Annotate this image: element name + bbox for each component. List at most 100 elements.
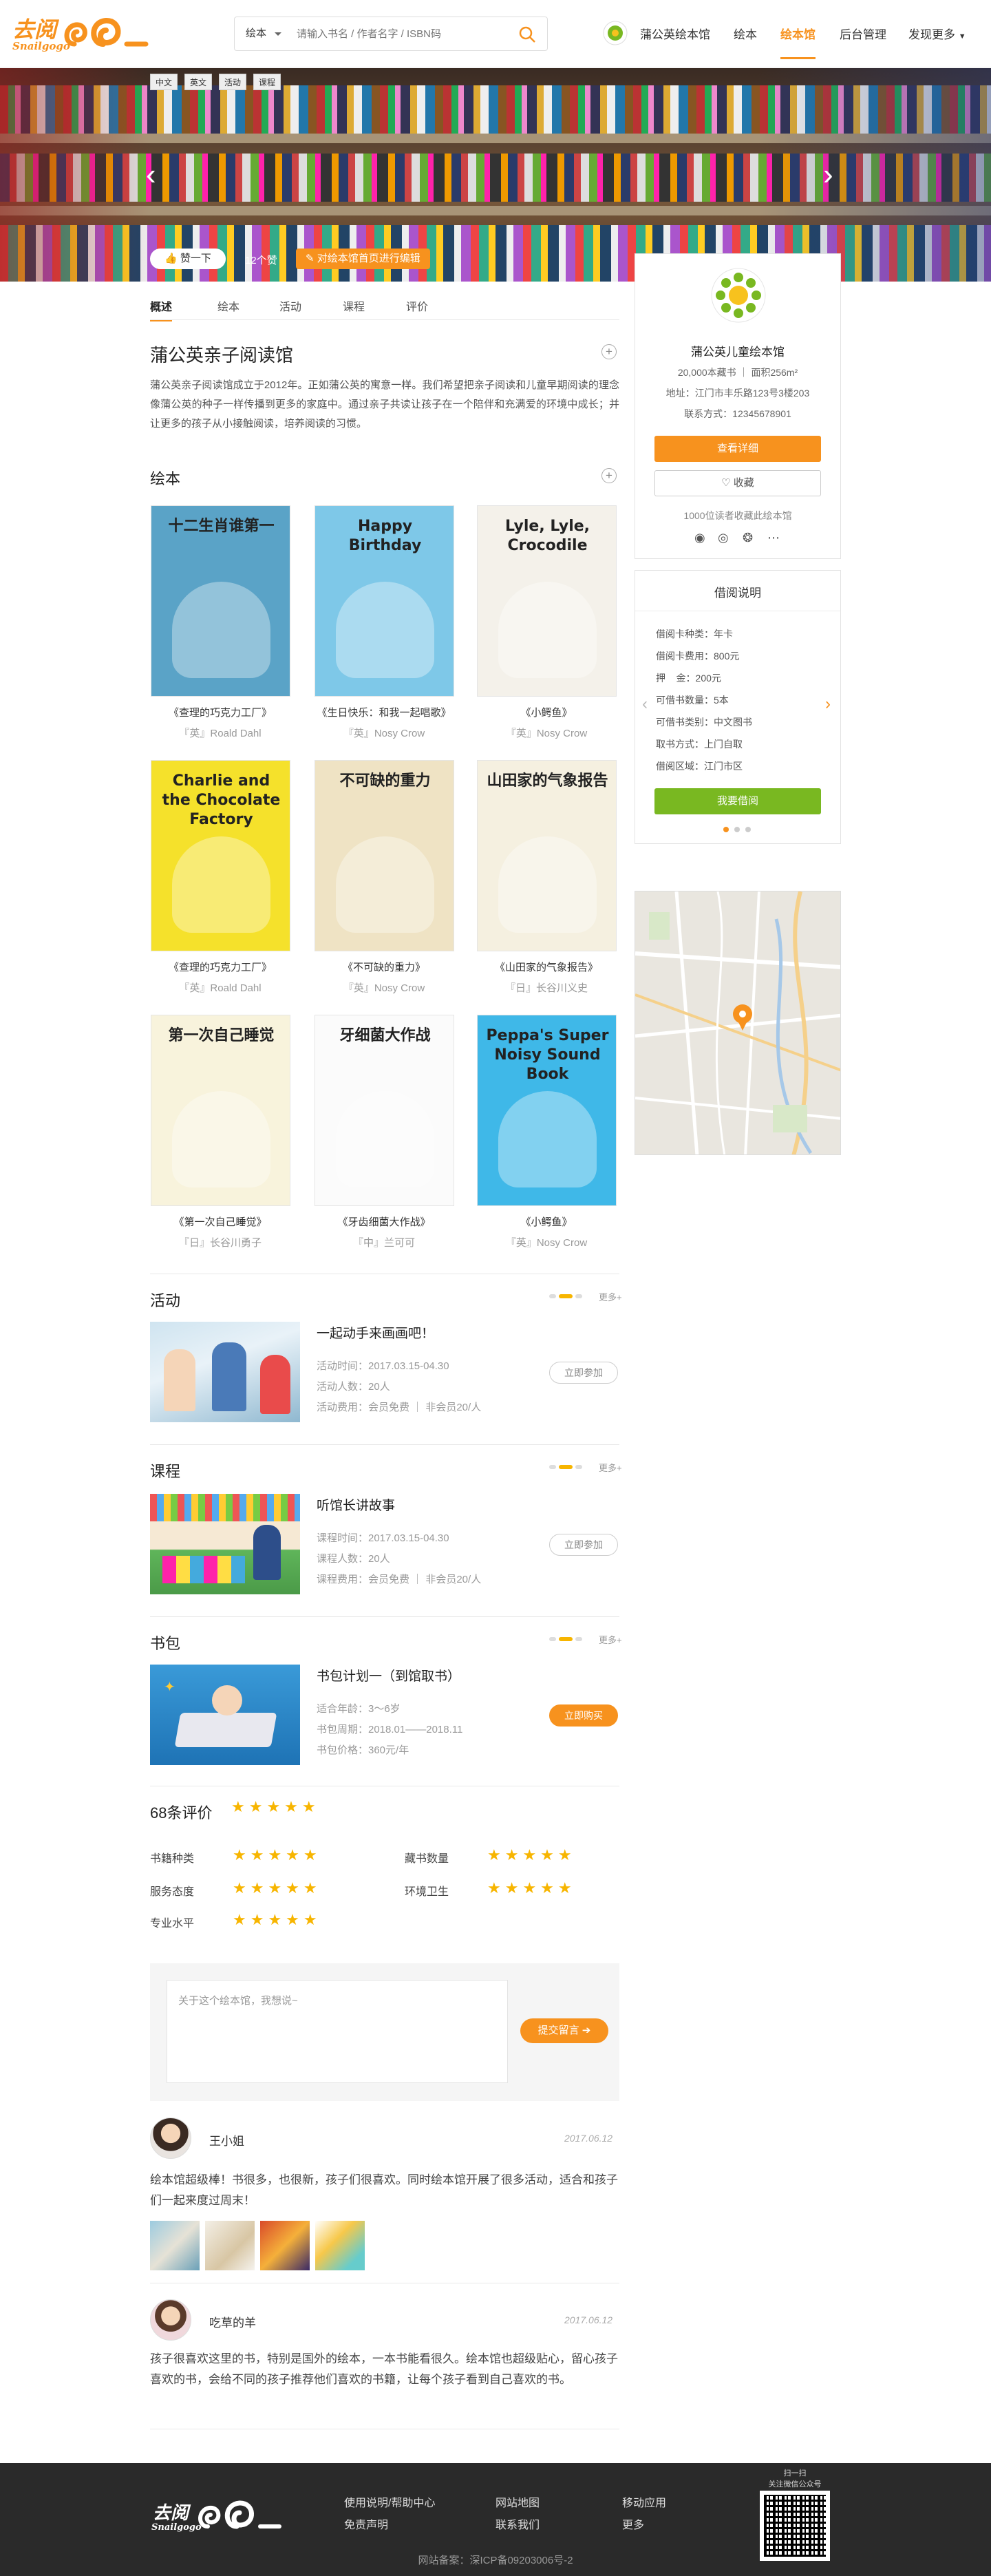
search-bar: 绘本	[234, 17, 548, 51]
book-cover[interactable]: Peppa's Super Noisy Sound Book	[477, 1015, 617, 1206]
activity-item-title[interactable]: 一起动手来画画吧！	[317, 1323, 434, 1342]
carousel-prev-arrow-icon[interactable]: ‹	[146, 158, 156, 192]
activity-join-button[interactable]: 立即参加	[549, 1362, 618, 1384]
footer-help-link[interactable]: 使用说明/帮助中心	[344, 2493, 435, 2510]
search-category-select[interactable]: 绘本	[235, 17, 290, 50]
carousel-dots[interactable]	[549, 1637, 556, 1641]
comment-photo[interactable]	[150, 2221, 200, 2270]
view-detail-button[interactable]: 查看详细	[654, 436, 821, 462]
carousel-dot-active[interactable]	[559, 1294, 573, 1298]
footer-sitemap-link[interactable]: 网站地图	[496, 2493, 540, 2510]
book-cover[interactable]: 山田家的气象报告	[477, 760, 617, 951]
book-title[interactable]: 《查理的巧克力工厂》	[138, 960, 303, 974]
tab-activity[interactable]: 活动	[279, 297, 301, 314]
child-figure	[212, 1342, 246, 1411]
comment-photo[interactable]	[205, 2221, 255, 2270]
book-title[interactable]: 《小鳄鱼》	[464, 1214, 629, 1229]
edit-homepage-button[interactable]: ✎ 对绘本馆首页进行编辑	[296, 249, 430, 269]
book-title[interactable]: 《生日快乐：和我一起唱歌》	[301, 705, 467, 719]
carousel-dots[interactable]	[575, 1465, 582, 1469]
tab-overview[interactable]: 概述	[150, 297, 173, 321]
weibo-share-icon[interactable]: ◎	[718, 531, 729, 545]
book-cover[interactable]: 十二生肖谁第一	[151, 505, 290, 697]
book-title[interactable]: 《第一次自己睡觉》	[138, 1214, 303, 1229]
carousel-dots[interactable]	[575, 1637, 582, 1641]
bookbag-buy-button[interactable]: 立即购买	[549, 1704, 618, 1727]
borrow-button[interactable]: 我要借阅	[654, 788, 821, 814]
tab-reviews[interactable]: 评价	[406, 297, 428, 314]
qr-title: 扫一扫	[783, 2469, 807, 2478]
library-name[interactable]: 蒲公英绘本馆	[640, 25, 710, 42]
comment-photo[interactable]	[315, 2221, 365, 2270]
book-title[interactable]: 《牙齿细菌大作战》	[301, 1214, 467, 1229]
book-cover[interactable]: Happy Birthday	[315, 505, 454, 697]
carousel-dots[interactable]	[549, 1465, 556, 1469]
footer-logo-cn: 去阅	[153, 2503, 189, 2524]
book-title[interactable]: 《不可缺的重力》	[301, 960, 467, 974]
rating-stars: ★★★★★	[233, 1846, 321, 1864]
footer-contact-link[interactable]: 联系我们	[496, 2515, 540, 2532]
book-title[interactable]: 《山田家的气象报告》	[464, 960, 629, 974]
carousel-dot-active[interactable]	[559, 1637, 573, 1641]
carousel-dots[interactable]	[734, 827, 740, 832]
rating-label: 环境卫生	[405, 1886, 449, 1898]
carousel-dots[interactable]	[549, 1294, 556, 1298]
child-figure	[164, 1349, 195, 1411]
comment-textarea[interactable]: 关于这个绘本馆，我想说~	[167, 1980, 508, 2083]
favorite-button[interactable]: ♡ 收藏	[654, 470, 821, 496]
nav-discover-more[interactable]: 发现更多 ▼	[908, 25, 966, 42]
qr-code	[760, 2491, 830, 2561]
search-icon[interactable]	[518, 25, 536, 43]
library-card-name: 蒲公英儿童绘本馆	[691, 346, 785, 359]
book-title[interactable]: 《小鳄鱼》	[464, 705, 629, 719]
expand-plus-icon[interactable]: +	[601, 344, 617, 359]
book-cover-art	[172, 1091, 270, 1187]
location-map[interactable]	[635, 891, 841, 1155]
book-cover[interactable]: 不可缺的重力	[315, 760, 454, 951]
book-cover[interactable]: 第一次自己睡觉	[151, 1015, 290, 1206]
like-button[interactable]: 👍 赞一下	[150, 249, 226, 269]
course-item-title[interactable]: 听馆长讲故事	[317, 1495, 395, 1514]
library-title: 蒲公英亲子阅读馆	[150, 345, 294, 366]
carousel-next-arrow-icon[interactable]: ›	[825, 695, 831, 714]
book-cover[interactable]: Lyle, Lyle, Crocodile	[477, 505, 617, 697]
carousel-prev-arrow-icon[interactable]: ‹	[642, 695, 648, 714]
carousel-next-arrow-icon[interactable]: ›	[823, 158, 833, 192]
carousel-dot-active[interactable]	[559, 1465, 573, 1469]
footer-disclaimer-link[interactable]: 免责声明	[344, 2515, 388, 2532]
nav-huibenguan[interactable]: 绘本馆	[780, 25, 816, 59]
activity-more-link[interactable]: 更多+	[599, 1290, 622, 1303]
bookbag-age: 适合年龄：3～6岁	[317, 1703, 401, 1715]
book-title[interactable]: 《查理的巧克力工厂》	[138, 705, 303, 719]
comment-date: 2017.06.12	[564, 2133, 613, 2144]
borrow-line: 押 金：200元	[656, 673, 721, 684]
nav-huiben[interactable]: 绘本	[734, 25, 757, 42]
bookbag-more-link[interactable]: 更多+	[599, 1633, 622, 1646]
bookbag-item-title[interactable]: 书包计划一（到馆取书）	[317, 1666, 460, 1685]
tab-course[interactable]: 课程	[343, 297, 365, 314]
book-cover[interactable]: 牙细菌大作战	[315, 1015, 454, 1206]
submit-comment-button[interactable]: 提交留言 ➔	[520, 2018, 608, 2043]
wechat-share-icon[interactable]: ◉	[694, 531, 705, 545]
nav-admin[interactable]: 后台管理	[840, 25, 886, 42]
search-input[interactable]	[297, 23, 503, 45]
carousel-dot-active[interactable]	[723, 827, 729, 832]
carousel-dots[interactable]	[745, 827, 751, 832]
carousel-dots[interactable]	[575, 1294, 582, 1298]
logo[interactable]: 去阅 Snailgogo	[12, 7, 150, 62]
footer-mobile-app-link[interactable]: 移动应用	[622, 2493, 666, 2510]
book-author: 『日』长谷川勇子	[178, 1237, 262, 1249]
course-fee: 课程费用：会员免费 ｜ 非会员20/人	[317, 1574, 482, 1585]
more-share-icon[interactable]: ⋯	[767, 531, 780, 545]
comment-photo[interactable]	[260, 2221, 310, 2270]
expand-plus-icon[interactable]: +	[601, 468, 617, 483]
thumb-up-icon: 👍	[164, 253, 178, 264]
rating-stars: ★★★★★	[487, 1846, 576, 1864]
arrow-right-icon: ➔	[582, 2025, 591, 2036]
book-cover[interactable]: Charlie and the Chocolate Factory	[151, 760, 290, 951]
tab-books[interactable]: 绘本	[217, 297, 239, 314]
footer-more-link[interactable]: 更多	[622, 2515, 644, 2532]
course-more-link[interactable]: 更多+	[599, 1461, 622, 1474]
course-join-button[interactable]: 立即参加	[549, 1534, 618, 1556]
qq-share-icon[interactable]: ❂	[743, 531, 753, 545]
